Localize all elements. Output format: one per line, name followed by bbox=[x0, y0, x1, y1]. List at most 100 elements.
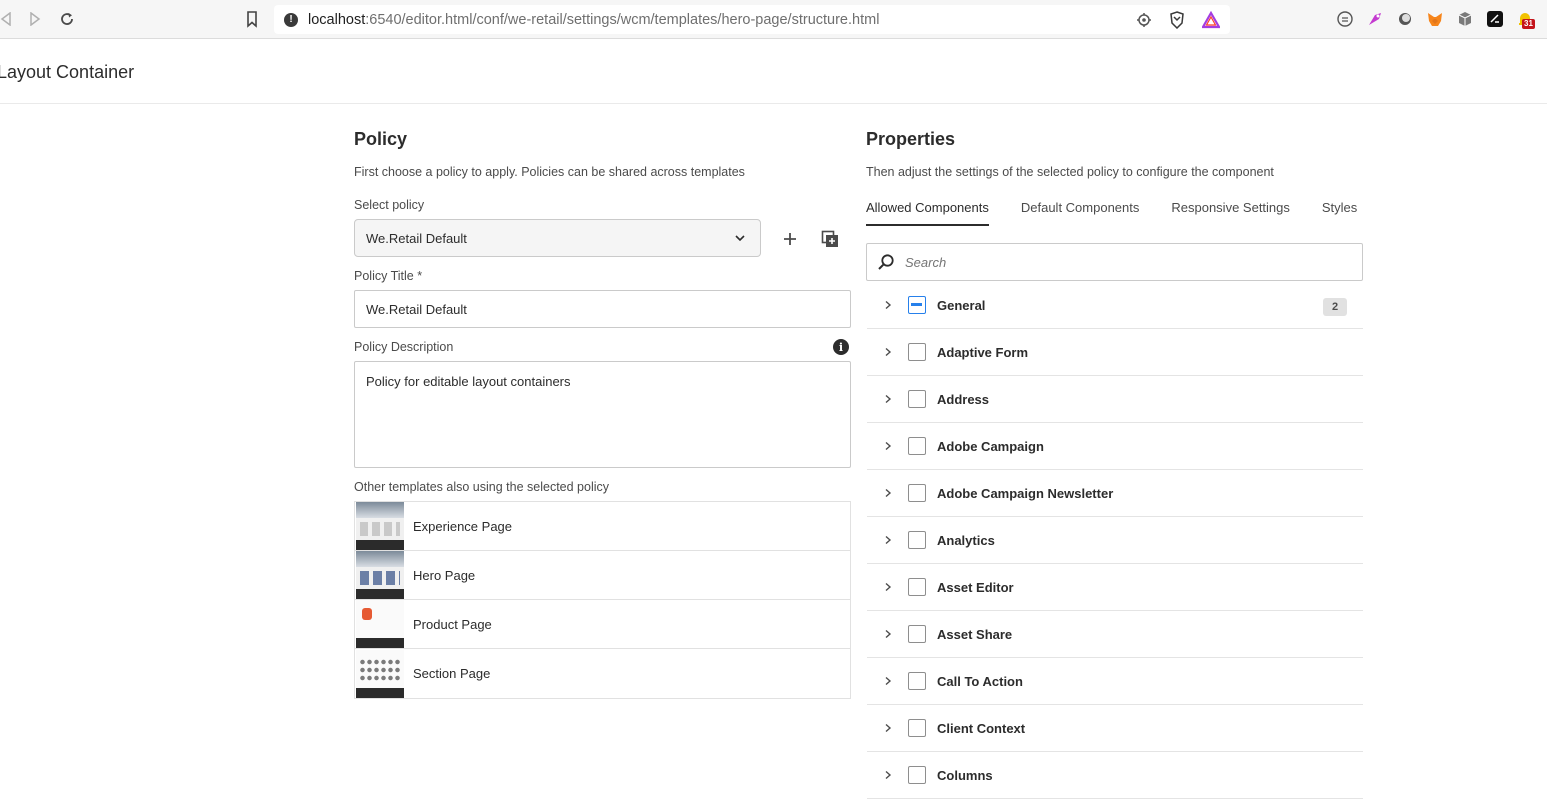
forward-icon[interactable] bbox=[25, 9, 45, 29]
component-group-label: Adobe Campaign bbox=[937, 438, 1044, 454]
component-group-checkbox[interactable] bbox=[908, 578, 926, 596]
templates-list: Experience Page Hero Page Product Page S… bbox=[354, 501, 851, 699]
template-row-section-page[interactable]: Section Page bbox=[355, 649, 850, 698]
address-bar[interactable]: ! localhost:6540/editor.html/conf/we-ret… bbox=[274, 5, 1230, 34]
bookmark-icon[interactable] bbox=[243, 10, 261, 28]
component-group-asset-share[interactable]: Asset Share bbox=[867, 611, 1363, 658]
template-thumbnail bbox=[356, 502, 404, 550]
notification-bell-icon[interactable]: 31 bbox=[1516, 10, 1535, 29]
chevron-right-icon[interactable] bbox=[883, 582, 893, 592]
page-title: Layout Container bbox=[0, 62, 135, 82]
template-name: Section Page bbox=[413, 666, 491, 681]
template-row-hero-page[interactable]: Hero Page bbox=[355, 551, 850, 600]
chevron-right-icon[interactable] bbox=[883, 629, 893, 639]
reload-icon[interactable] bbox=[57, 9, 77, 29]
template-name: Hero Page bbox=[413, 567, 476, 583]
chevron-right-icon[interactable] bbox=[883, 535, 893, 545]
component-group-label: Adobe Campaign Newsletter bbox=[937, 485, 1114, 501]
component-group-adaptive-form[interactable]: Adaptive Form bbox=[867, 329, 1363, 376]
component-group-checkbox[interactable] bbox=[908, 625, 926, 643]
chevron-right-icon[interactable] bbox=[883, 441, 893, 451]
component-group-address[interactable]: Address bbox=[867, 376, 1363, 423]
tab-default-components[interactable]: Default Components bbox=[1021, 200, 1140, 226]
browser-toolbar: ! localhost:6540/editor.html/conf/we-ret… bbox=[0, 0, 1547, 39]
extension-rocket-icon[interactable] bbox=[1366, 10, 1384, 28]
site-info-icon[interactable]: ! bbox=[284, 12, 298, 27]
policy-select[interactable]: We.Retail Default bbox=[354, 219, 761, 257]
extension-cube-icon[interactable] bbox=[1456, 10, 1474, 28]
component-group-general[interactable]: General 2 bbox=[867, 282, 1363, 329]
chevron-down-icon bbox=[735, 235, 745, 242]
component-group-label: General bbox=[937, 297, 986, 313]
chevron-right-icon[interactable] bbox=[883, 676, 893, 686]
brave-shield-icon[interactable] bbox=[1168, 11, 1186, 34]
chevron-right-icon[interactable] bbox=[883, 723, 893, 733]
component-group-checkbox[interactable] bbox=[908, 719, 926, 737]
brave-rewards-icon[interactable] bbox=[1201, 10, 1221, 34]
template-thumbnail bbox=[356, 600, 404, 648]
policy-title-input[interactable]: We.Retail Default bbox=[354, 290, 851, 328]
component-group-checkbox[interactable] bbox=[908, 437, 926, 455]
properties-description-text: Then adjust the settings of the selected… bbox=[866, 165, 1274, 179]
template-thumbnail bbox=[356, 649, 404, 698]
chevron-right-icon[interactable] bbox=[883, 300, 893, 310]
component-group-adobe-campaign-newsletter[interactable]: Adobe Campaign Newsletter bbox=[867, 470, 1363, 517]
chevron-right-icon[interactable] bbox=[883, 347, 893, 357]
component-search-box[interactable] bbox=[866, 243, 1363, 281]
chevron-right-icon[interactable] bbox=[883, 394, 893, 404]
template-name: Experience Page bbox=[413, 518, 513, 534]
component-group-label: Call To Action bbox=[937, 673, 1023, 689]
component-group-checkbox[interactable] bbox=[908, 390, 926, 408]
plus-icon bbox=[784, 233, 796, 245]
extension-outline-icon[interactable] bbox=[1336, 10, 1354, 28]
component-group-checkbox[interactable] bbox=[908, 296, 926, 314]
policy-title-value: We.Retail Default bbox=[366, 301, 467, 317]
policy-description-value: Policy for editable layout containers bbox=[366, 374, 571, 389]
component-group-columns[interactable]: Columns bbox=[867, 752, 1363, 799]
template-name: Product Page bbox=[413, 616, 492, 632]
selected-count-badge: 2 bbox=[1323, 298, 1347, 316]
duplicate-policy-button[interactable] bbox=[818, 227, 842, 251]
search-icon bbox=[878, 254, 894, 270]
dialog-header: Layout Container bbox=[0, 39, 1547, 104]
component-group-analytics[interactable]: Analytics bbox=[867, 517, 1363, 564]
template-thumbnail bbox=[356, 551, 404, 599]
duplicate-icon bbox=[821, 230, 838, 247]
search-input[interactable] bbox=[905, 254, 1325, 270]
metamask-fox-icon[interactable] bbox=[1426, 10, 1444, 28]
back-icon[interactable] bbox=[0, 9, 16, 29]
select-policy-label: Select policy bbox=[354, 198, 425, 212]
component-group-checkbox[interactable] bbox=[908, 531, 926, 549]
component-group-asset-editor[interactable]: Asset Editor bbox=[867, 564, 1363, 611]
component-group-call-to-action[interactable]: Call To Action bbox=[867, 658, 1363, 705]
tab-allowed-components[interactable]: Allowed Components bbox=[866, 200, 989, 226]
template-row-experience-page[interactable]: Experience Page bbox=[355, 502, 850, 551]
properties-heading: Properties bbox=[866, 129, 956, 149]
component-group-adobe-campaign[interactable]: Adobe Campaign bbox=[867, 423, 1363, 470]
policy-description-textarea[interactable]: Policy for editable layout containers bbox=[354, 361, 851, 468]
component-group-list: General 2 Adaptive Form Address Adobe Ca… bbox=[867, 282, 1363, 799]
chevron-right-icon[interactable] bbox=[883, 488, 893, 498]
location-icon[interactable] bbox=[1136, 12, 1152, 33]
tab-responsive-settings[interactable]: Responsive Settings bbox=[1171, 200, 1290, 226]
component-group-client-context[interactable]: Client Context bbox=[867, 705, 1363, 752]
component-group-label: Adaptive Form bbox=[937, 344, 1029, 360]
component-group-checkbox[interactable] bbox=[908, 484, 926, 502]
add-policy-button[interactable] bbox=[778, 227, 802, 251]
policy-select-value: We.Retail Default bbox=[366, 230, 467, 246]
chevron-right-icon[interactable] bbox=[883, 770, 893, 780]
extension-dark-icon[interactable] bbox=[1486, 10, 1504, 28]
policy-description-label: Policy Description bbox=[354, 340, 454, 354]
component-group-label: Address bbox=[937, 391, 990, 407]
component-group-label: Client Context bbox=[937, 720, 1026, 736]
component-group-checkbox[interactable] bbox=[908, 672, 926, 690]
component-group-checkbox[interactable] bbox=[908, 766, 926, 784]
extension-circle-icon[interactable] bbox=[1396, 10, 1414, 28]
component-group-checkbox[interactable] bbox=[908, 343, 926, 361]
url-text: localhost:6540/editor.html/conf/we-retai… bbox=[308, 11, 880, 28]
component-group-label: Analytics bbox=[937, 532, 995, 548]
policy-title-label: Policy Title * bbox=[354, 269, 423, 283]
tab-styles[interactable]: Styles bbox=[1322, 200, 1357, 226]
template-row-product-page[interactable]: Product Page bbox=[355, 600, 850, 649]
info-icon[interactable]: i bbox=[833, 339, 849, 355]
